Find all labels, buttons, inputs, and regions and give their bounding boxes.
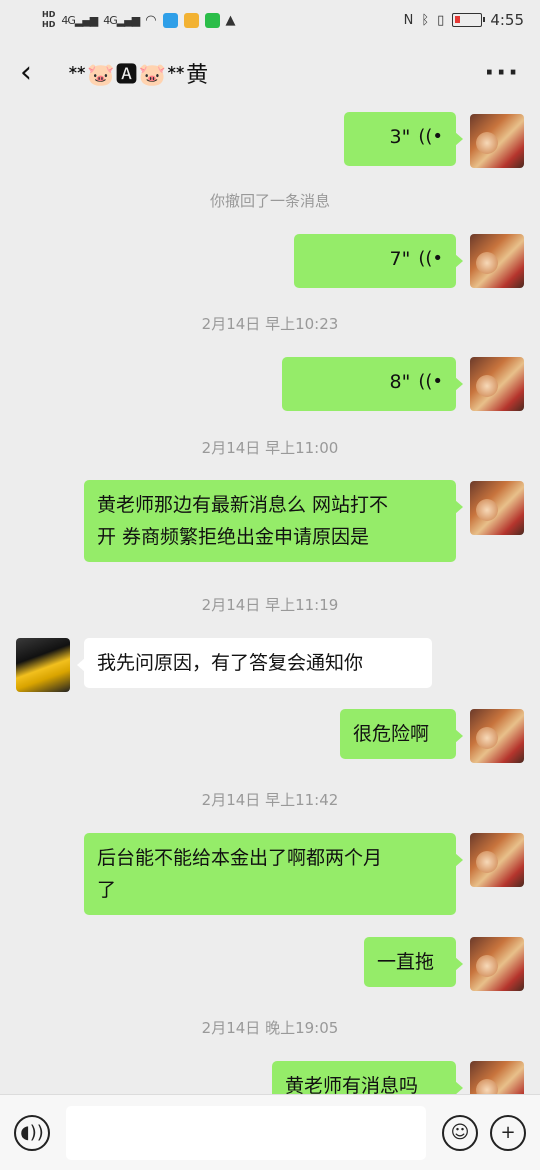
wechat-notification-icon: [204, 12, 220, 28]
timestamp: 2月14日 早上11:19: [201, 596, 339, 614]
voice-duration: 3": [389, 126, 411, 148]
chat-header: ‹ ᕯ🐷🅰🐷ᕯ黄 ···: [0, 40, 540, 106]
battery-icon: [452, 13, 486, 27]
message-line: 我先问原因，有了答复会通知你: [97, 652, 364, 674]
signal-icon: 4G▂▄▆: [61, 13, 98, 27]
voice-mode-icon[interactable]: ◖)): [14, 1114, 50, 1151]
penguin-icon: ▲: [225, 12, 236, 28]
chat-message-list[interactable]: 3" ((• 你撤回了一条消息 7" ((• 2月14日 早上10:23 8" ((•…: [0, 106, 540, 1094]
app-notification-icon-2: [183, 12, 199, 28]
message-row: 7" ((•: [0, 233, 540, 289]
bluetooth-icon: ᛒ: [421, 12, 430, 28]
text-message-bubble[interactable]: 我先问原因，有了答复会通知你: [77, 638, 432, 688]
clock: 4:55: [490, 11, 524, 29]
system-notice: 你撤回了一条消息: [209, 192, 330, 210]
voice-message-bubble[interactable]: 8" ((•: [282, 357, 463, 411]
message-input[interactable]: [66, 1105, 426, 1160]
my-avatar[interactable]: [470, 114, 524, 168]
my-avatar[interactable]: [470, 709, 524, 763]
text-message-bubble[interactable]: 黄老师有消息吗: [272, 1061, 463, 1094]
input-bar: ◖)) ☺ +: [0, 1094, 540, 1170]
message-row: 黄老师那边有最新消息么 网站打不 开 券商频繁拒绝出金申请原因是: [0, 480, 540, 570]
voice-duration: 8": [389, 371, 411, 393]
timestamp: 2月14日 早上11:00: [201, 439, 339, 457]
voice-duration: 7": [389, 248, 411, 270]
message-row: 一直拖: [0, 937, 540, 993]
message-line: 黄老师那边有最新消息么 网站打不: [97, 494, 389, 516]
message-row: 我先问原因，有了答复会通知你: [0, 637, 540, 695]
voice-wave-icon: ((•: [418, 126, 443, 147]
status-bar: HD HD 4G▂▄▆ 4G▂▄▆ ◠ ▲ N ᛒ ▯ 4:55: [0, 0, 540, 40]
message-line: 很危险啊: [353, 723, 430, 745]
text-message-bubble[interactable]: 很危险啊: [340, 709, 463, 759]
hd-indicator: HD HD: [42, 10, 56, 29]
my-avatar[interactable]: [470, 481, 524, 535]
back-arrow-icon[interactable]: ‹: [20, 58, 56, 88]
text-message-bubble[interactable]: 黄老师那边有最新消息么 网站打不 开 券商频繁拒绝出金申请原因是: [84, 480, 463, 562]
emoji-icon[interactable]: ☺: [442, 1114, 478, 1151]
signal-icon-2: 4G▂▄▆: [103, 13, 140, 27]
more-options-icon[interactable]: ···: [484, 58, 520, 88]
nfc-icon: N: [403, 12, 414, 28]
my-avatar[interactable]: [470, 1061, 524, 1094]
message-line: 了: [97, 879, 117, 901]
chat-title: ᕯ🐷🅰🐷ᕯ黄: [68, 63, 210, 88]
message-row: 8" ((•: [0, 356, 540, 412]
my-avatar[interactable]: [470, 937, 524, 991]
my-avatar[interactable]: [470, 357, 524, 411]
message-line: 后台能不能给本金出了啊都两个月: [97, 847, 383, 869]
vibrate-icon: ▯: [437, 12, 445, 28]
timestamp: 2月14日 早上10:23: [201, 315, 339, 333]
text-message-bubble[interactable]: 后台能不能给本金出了啊都两个月 了: [84, 833, 463, 915]
message-row: 3" ((•: [0, 110, 540, 168]
message-line: 黄老师有消息吗: [285, 1075, 419, 1094]
message-row: 后台能不能给本金出了啊都两个月 了: [0, 833, 540, 923]
message-line: 一直拖: [377, 951, 435, 973]
my-avatar[interactable]: [470, 833, 524, 887]
wifi-icon: ◠: [145, 12, 157, 28]
my-avatar[interactable]: [470, 234, 524, 288]
voice-wave-icon: ((•: [418, 371, 443, 392]
contact-avatar[interactable]: [16, 638, 70, 692]
app-notification-icon: [162, 12, 178, 28]
timestamp: 2月14日 晚上19:05: [201, 1019, 339, 1037]
message-line: 开 券商频繁拒绝出金申请原因是: [97, 526, 370, 548]
voice-wave-icon: ((•: [418, 248, 443, 269]
timestamp: 2月14日 早上11:42: [201, 791, 339, 809]
plus-icon[interactable]: +: [490, 1114, 526, 1151]
text-message-bubble[interactable]: 一直拖: [364, 937, 463, 987]
message-row: 黄老师有消息吗: [0, 1061, 540, 1094]
message-row: 很危险啊: [0, 709, 540, 765]
voice-message-bubble[interactable]: 7" ((•: [294, 234, 463, 288]
voice-message-bubble[interactable]: 3" ((•: [344, 112, 463, 166]
